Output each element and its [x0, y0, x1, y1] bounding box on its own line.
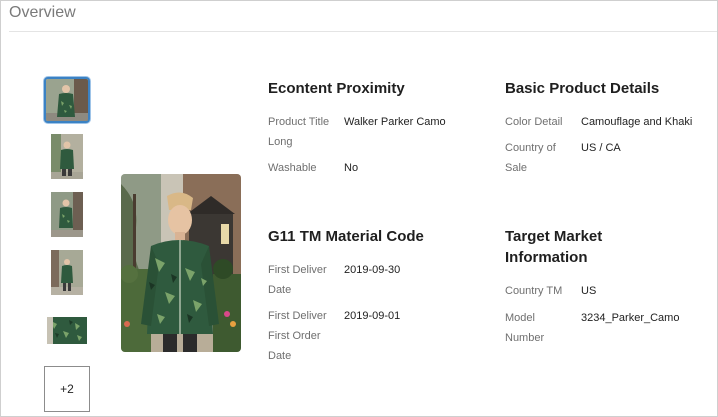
main-product-image [121, 174, 241, 352]
first-deliver-first-order-date-value: 2019-09-01 [344, 310, 401, 322]
product-photo [121, 174, 241, 352]
washable-value: No [344, 162, 359, 174]
product-thumbnail-image [51, 192, 83, 237]
product-thumbnail-image [46, 79, 88, 121]
first-deliver-date-value: 2019-09-30 [344, 264, 401, 276]
header-divider [9, 31, 717, 32]
thumbnail-1[interactable] [44, 77, 90, 123]
first-deliver-date-label: First Deliver Date [268, 264, 327, 296]
first-deliver-first-order-date-label: First Deliver First Order Date [268, 310, 327, 362]
thumbnail-3[interactable] [51, 192, 83, 237]
thumbnail-5[interactable] [47, 317, 87, 344]
country-of-sale-label: Country of Sale [505, 142, 556, 174]
model-number-value: 3234_Parker_Camo [581, 312, 680, 324]
washable-label: Washable [268, 162, 317, 174]
econtent-proximity-title: Econtent Proximity [268, 80, 405, 97]
basic-product-details-title: Basic Product Details [505, 80, 660, 97]
country-tm-value: US [581, 285, 597, 297]
target-market-information-title: Target Market Information [505, 228, 603, 266]
product-title-long-value: Walker Parker Camo [344, 116, 446, 128]
thumbnail-2[interactable] [51, 134, 83, 179]
color-detail-value: Camouflage and Khaki [581, 116, 693, 128]
thumbnail-4[interactable] [51, 250, 83, 295]
page-title: Overview [9, 4, 76, 21]
country-tm-label: Country TM [505, 285, 563, 297]
product-title-long-label: Product Title Long [268, 116, 330, 148]
product-thumbnail-image [51, 134, 83, 179]
model-number-label: Model Number [505, 312, 545, 344]
g11-tm-material-code-title: G11 TM Material Code [268, 228, 424, 245]
more-images-button[interactable]: +2 [44, 366, 90, 412]
overview-panel: Overview +2 Econtent Proximity Product T… [0, 0, 718, 417]
product-thumbnail-image [51, 250, 83, 295]
country-of-sale-value: US / CA [581, 142, 621, 154]
product-thumbnail-image [47, 317, 87, 344]
color-detail-label: Color Detail [505, 116, 563, 128]
